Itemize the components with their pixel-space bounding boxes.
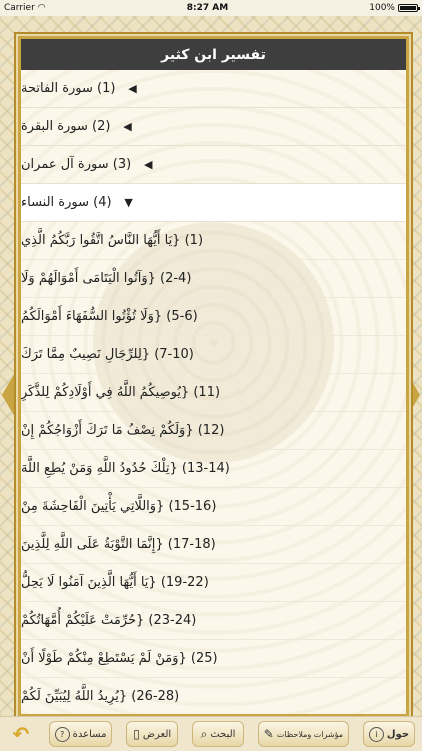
- triangle-left-icon: ◀: [128, 82, 137, 95]
- back-button[interactable]: ↶: [7, 721, 35, 747]
- bookmarks-label: مؤشرات وملاحظات: [276, 729, 344, 739]
- verse-row[interactable]: (12) {وَلَكُمْ نِصْفُ مَا تَرَكَ أَزْوَا…: [21, 412, 406, 450]
- display-label: العرض: [142, 728, 172, 740]
- verse-row[interactable]: (2-4) {وَآتُوا الْيَتَامَى أَمْوَالَهُمْ…: [21, 260, 406, 298]
- battery-percent: 100%: [369, 3, 395, 13]
- ornamental-frame: تفسير ابن كثير ◀ (1) سورة الفاتحة ◀ (2) سور…: [0, 16, 422, 717]
- surah-label: (4) سورة النساء: [21, 195, 112, 210]
- verse-row[interactable]: (1) {يَا أَيُّهَا النَّاسُ اتَّقُوا رَبَ…: [21, 222, 406, 260]
- triangle-left-icon: ◀: [143, 158, 153, 171]
- verse-row[interactable]: (15-16) {وَاللَّاتِي يَأْتِينَ الْفَاحِش…: [21, 488, 406, 526]
- triangle-down-icon: ▼: [124, 196, 133, 209]
- display-button[interactable]: ▯ العرض: [126, 721, 179, 747]
- carrier-label: Carrier: [4, 3, 35, 13]
- battery-icon: [397, 4, 420, 12]
- verse-row[interactable]: (25) {وَمَنْ لَمْ يَسْتَطِعْ مِنْكُمْ طَ…: [21, 640, 406, 678]
- about-button[interactable]: i حول: [362, 721, 416, 747]
- verse-row[interactable]: (7-10) {لِلرِّجَالِ نَصِيبٌ مِمَّا تَرَك…: [21, 336, 406, 374]
- verse-row[interactable]: (23-24) {حُرِّمَتْ عَلَيْكُمْ أُمَّهَاتُ…: [21, 602, 406, 640]
- verse-row[interactable]: (26-28) {يُرِيدُ اللَّهُ لِيُبَيِّنَ لَك…: [21, 678, 406, 714]
- about-label: حول: [386, 728, 410, 740]
- pencil-icon: ✎: [263, 727, 274, 741]
- clock: 8:27 AM: [186, 3, 229, 13]
- wifi-icon: ◠: [37, 3, 46, 13]
- surah-row[interactable]: ▼ (4) سورة النساء: [21, 184, 406, 222]
- surah-label: (1) سورة الفاتحة: [21, 81, 116, 96]
- search-button[interactable]: ⌕ البحث: [192, 721, 245, 747]
- help-label: مساعدة: [72, 728, 107, 740]
- surah-label: (3) سورة آل عمران: [21, 157, 132, 172]
- verse-row[interactable]: (11) {يُوصِيكُمُ اللَّهُ فِي أَوْلَادِكُ…: [21, 374, 406, 412]
- surah-list: ◀ (1) سورة الفاتحة ◀ (2) سورة البقرة ◀ (3) سو…: [21, 70, 406, 714]
- verse-row[interactable]: (17-18) {إِنَّمَا التَّوْبَةُ عَلَى اللَ…: [21, 526, 406, 564]
- verse-row[interactable]: (19-22) {يَا أَيُّهَا الَّذِينَ آمَنُوا …: [21, 564, 406, 602]
- surah-row[interactable]: ◀ (1) سورة الفاتحة: [21, 70, 406, 108]
- page-title: تفسير ابن كثير: [21, 39, 406, 70]
- info-icon: i: [368, 726, 384, 742]
- question-icon: ?: [54, 726, 70, 742]
- surah-label: (2) سورة البقرة: [21, 119, 111, 134]
- verse-row[interactable]: (13-14) {تِلْكَ حُدُودُ اللَّهِ وَمَنْ ي…: [21, 450, 406, 488]
- device-icon: ▯: [133, 727, 140, 741]
- verse-row[interactable]: (5-6) {وَلَا تُؤْتُوا السُّفَهَاءَ أَمْو…: [21, 298, 406, 336]
- previous-page-arrow-icon[interactable]: [2, 371, 16, 419]
- search-icon: ⌕: [200, 726, 208, 741]
- help-button[interactable]: ? مساعدة: [48, 721, 113, 747]
- triangle-left-icon: ◀: [123, 120, 132, 133]
- back-arrow-icon: ↶: [12, 722, 30, 746]
- search-label: البحث: [210, 728, 236, 740]
- bookmarks-button[interactable]: ✎ مؤشرات وملاحظات: [257, 721, 350, 747]
- bottom-toolbar: ↶ ? مساعدة ▯ العرض ⌕ البحث ✎ مؤشرات وملا…: [0, 716, 422, 751]
- surah-row[interactable]: ◀ (3) سورة آل عمران: [21, 146, 406, 184]
- surah-row[interactable]: ◀ (2) سورة البقرة: [21, 108, 406, 146]
- status-bar: Carrier ◠ 8:27 AM 100%: [0, 0, 422, 16]
- content-panel: تفسير ابن كثير ◀ (1) سورة الفاتحة ◀ (2) سور…: [18, 36, 409, 717]
